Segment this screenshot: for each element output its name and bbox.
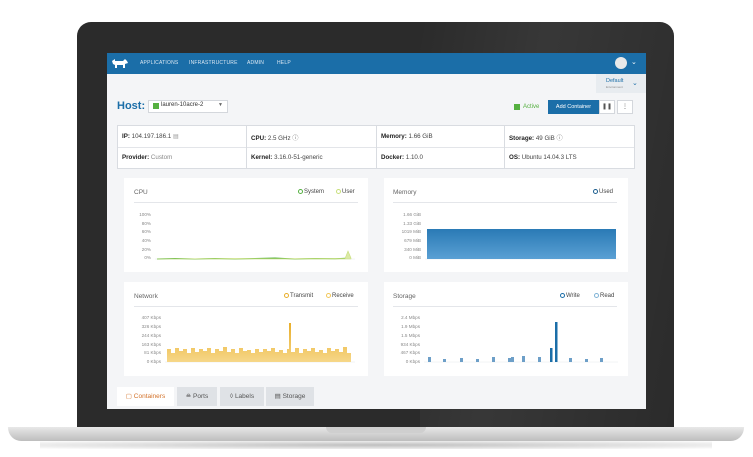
info-provider: Provider: Custom xyxy=(122,154,173,161)
y-tick: 0% xyxy=(144,255,151,260)
laptop-shadow xyxy=(40,441,712,449)
tab-containers[interactable]: ▢ Containers xyxy=(117,387,174,406)
y-tick: 60% xyxy=(141,229,151,234)
y-tick: 467 Kbps xyxy=(400,350,420,355)
nav-help[interactable]: HELP xyxy=(277,60,291,66)
info-docker: Docker: 1.10.0 xyxy=(381,154,423,161)
y-tick: 0 Kbps xyxy=(146,359,161,364)
environment-name: Default xyxy=(606,78,624,84)
share-icon: ≘ xyxy=(185,393,192,400)
top-nav xyxy=(107,53,646,74)
container-icon: ▢ xyxy=(125,393,132,400)
legend-system[interactable]: System xyxy=(298,189,324,195)
cpu-panel-title: CPU xyxy=(134,189,148,196)
environment-sub: Environment xyxy=(606,85,623,89)
chevron-down-icon[interactable]: ⌄ xyxy=(631,58,637,66)
y-tick: 80% xyxy=(141,221,151,226)
memory-chart xyxy=(425,229,619,260)
y-tick: 2.4 Mbps xyxy=(401,315,420,320)
info-divider xyxy=(504,126,505,168)
network-transmit-area xyxy=(167,323,351,362)
page-title: Host: xyxy=(117,100,146,112)
y-tick: 1019 MiB xyxy=(401,229,421,234)
y-tick: 163 Kbps xyxy=(141,342,161,347)
legend-transmit[interactable]: Transmit xyxy=(284,293,313,299)
info-icon[interactable]: ⓘ xyxy=(557,135,563,142)
legend-write[interactable]: Write xyxy=(560,293,580,299)
info-storage: Storage: 49 GiB ⓘ xyxy=(509,135,563,142)
caret-down-icon[interactable]: ▼ xyxy=(218,102,223,108)
nav-admin[interactable]: ADMIN xyxy=(247,60,264,66)
legend-user[interactable]: User xyxy=(336,189,355,195)
active-status-icon xyxy=(514,104,520,110)
info-divider xyxy=(246,126,247,168)
pause-icon[interactable]: ❚❚ xyxy=(599,100,615,114)
y-tick: 1.9 Mbps xyxy=(401,324,420,329)
info-kernel: Kernel: 3.16.0-51-generic xyxy=(251,154,323,161)
info-divider xyxy=(376,126,377,168)
host-status-icon xyxy=(153,103,159,109)
avatar[interactable] xyxy=(615,57,627,69)
app-screen: APPLICATIONS INFRASTRUCTURE ADMIN HELP ⌄… xyxy=(107,53,646,409)
more-options-icon[interactable]: ⋮ xyxy=(617,100,633,114)
legend-read[interactable]: Read xyxy=(594,293,614,299)
info-os: OS: Ubuntu 14.04.3 LTS xyxy=(509,154,577,161)
tab-storage[interactable]: ▤ Storage xyxy=(266,387,314,406)
y-tick: 407 Kbps xyxy=(141,315,161,320)
y-tick: 0 Kbps xyxy=(405,359,420,364)
y-tick: 340 MiB xyxy=(404,247,421,252)
info-memory: Memory: 1.66 GiB xyxy=(381,133,433,140)
y-tick: 326 Kbps xyxy=(141,324,161,329)
tag-icon: ◊ xyxy=(229,393,234,400)
nav-infrastructure[interactable]: INFRASTRUCTURE xyxy=(189,60,238,66)
legend-used[interactable]: Used xyxy=(593,189,613,195)
panel-divider xyxy=(134,306,358,307)
storage-panel-title: Storage xyxy=(393,293,416,300)
host-name: lauren-10acre-2 xyxy=(161,102,204,108)
info-icon[interactable]: ⓘ xyxy=(292,135,298,142)
y-tick: 1.66 GiB xyxy=(403,212,421,217)
y-tick: 244 Kbps xyxy=(141,333,161,338)
laptop-notch xyxy=(326,427,426,433)
y-tick: 100% xyxy=(139,212,151,217)
y-tick: 81 Kbps xyxy=(144,350,161,355)
memory-panel-title: Memory xyxy=(393,189,417,196)
info-cpu: CPU: 2.5 GHz ⓘ xyxy=(251,135,299,142)
legend-receive[interactable]: Receive xyxy=(326,293,354,299)
y-tick: 1.33 GiB xyxy=(403,221,421,226)
storage-chart xyxy=(424,322,618,363)
y-tick: 20% xyxy=(141,247,151,252)
rancher-logo[interactable] xyxy=(111,58,129,69)
nav-applications[interactable]: APPLICATIONS xyxy=(140,60,178,66)
panel-divider xyxy=(393,306,617,307)
storage-icon: ▤ xyxy=(274,393,281,400)
y-tick: 1.5 Mbps xyxy=(401,333,420,338)
network-panel-title: Network xyxy=(134,293,158,300)
copy-icon[interactable]: ▤ xyxy=(173,133,179,140)
cpu-user-area xyxy=(156,250,352,260)
info-ip: IP: 104.197.186.1 ▤ xyxy=(122,133,179,140)
y-tick: 40% xyxy=(141,238,151,243)
y-tick: 0 MiB xyxy=(409,255,421,260)
cpu-chart xyxy=(155,250,355,260)
y-tick: 934 Kbps xyxy=(400,342,420,347)
y-tick: 679 MiB xyxy=(404,238,421,243)
memory-used-area xyxy=(427,229,616,259)
panel-divider xyxy=(134,202,358,203)
network-chart xyxy=(165,323,355,363)
tab-ports[interactable]: ≘ Ports xyxy=(177,387,217,406)
panel-divider xyxy=(393,202,617,203)
chevron-down-icon[interactable]: ⌄ xyxy=(632,79,638,87)
tab-labels[interactable]: ◊ Labels xyxy=(220,387,264,406)
add-container-button[interactable]: Add Container xyxy=(548,100,599,114)
status-badge: Active xyxy=(523,104,540,110)
